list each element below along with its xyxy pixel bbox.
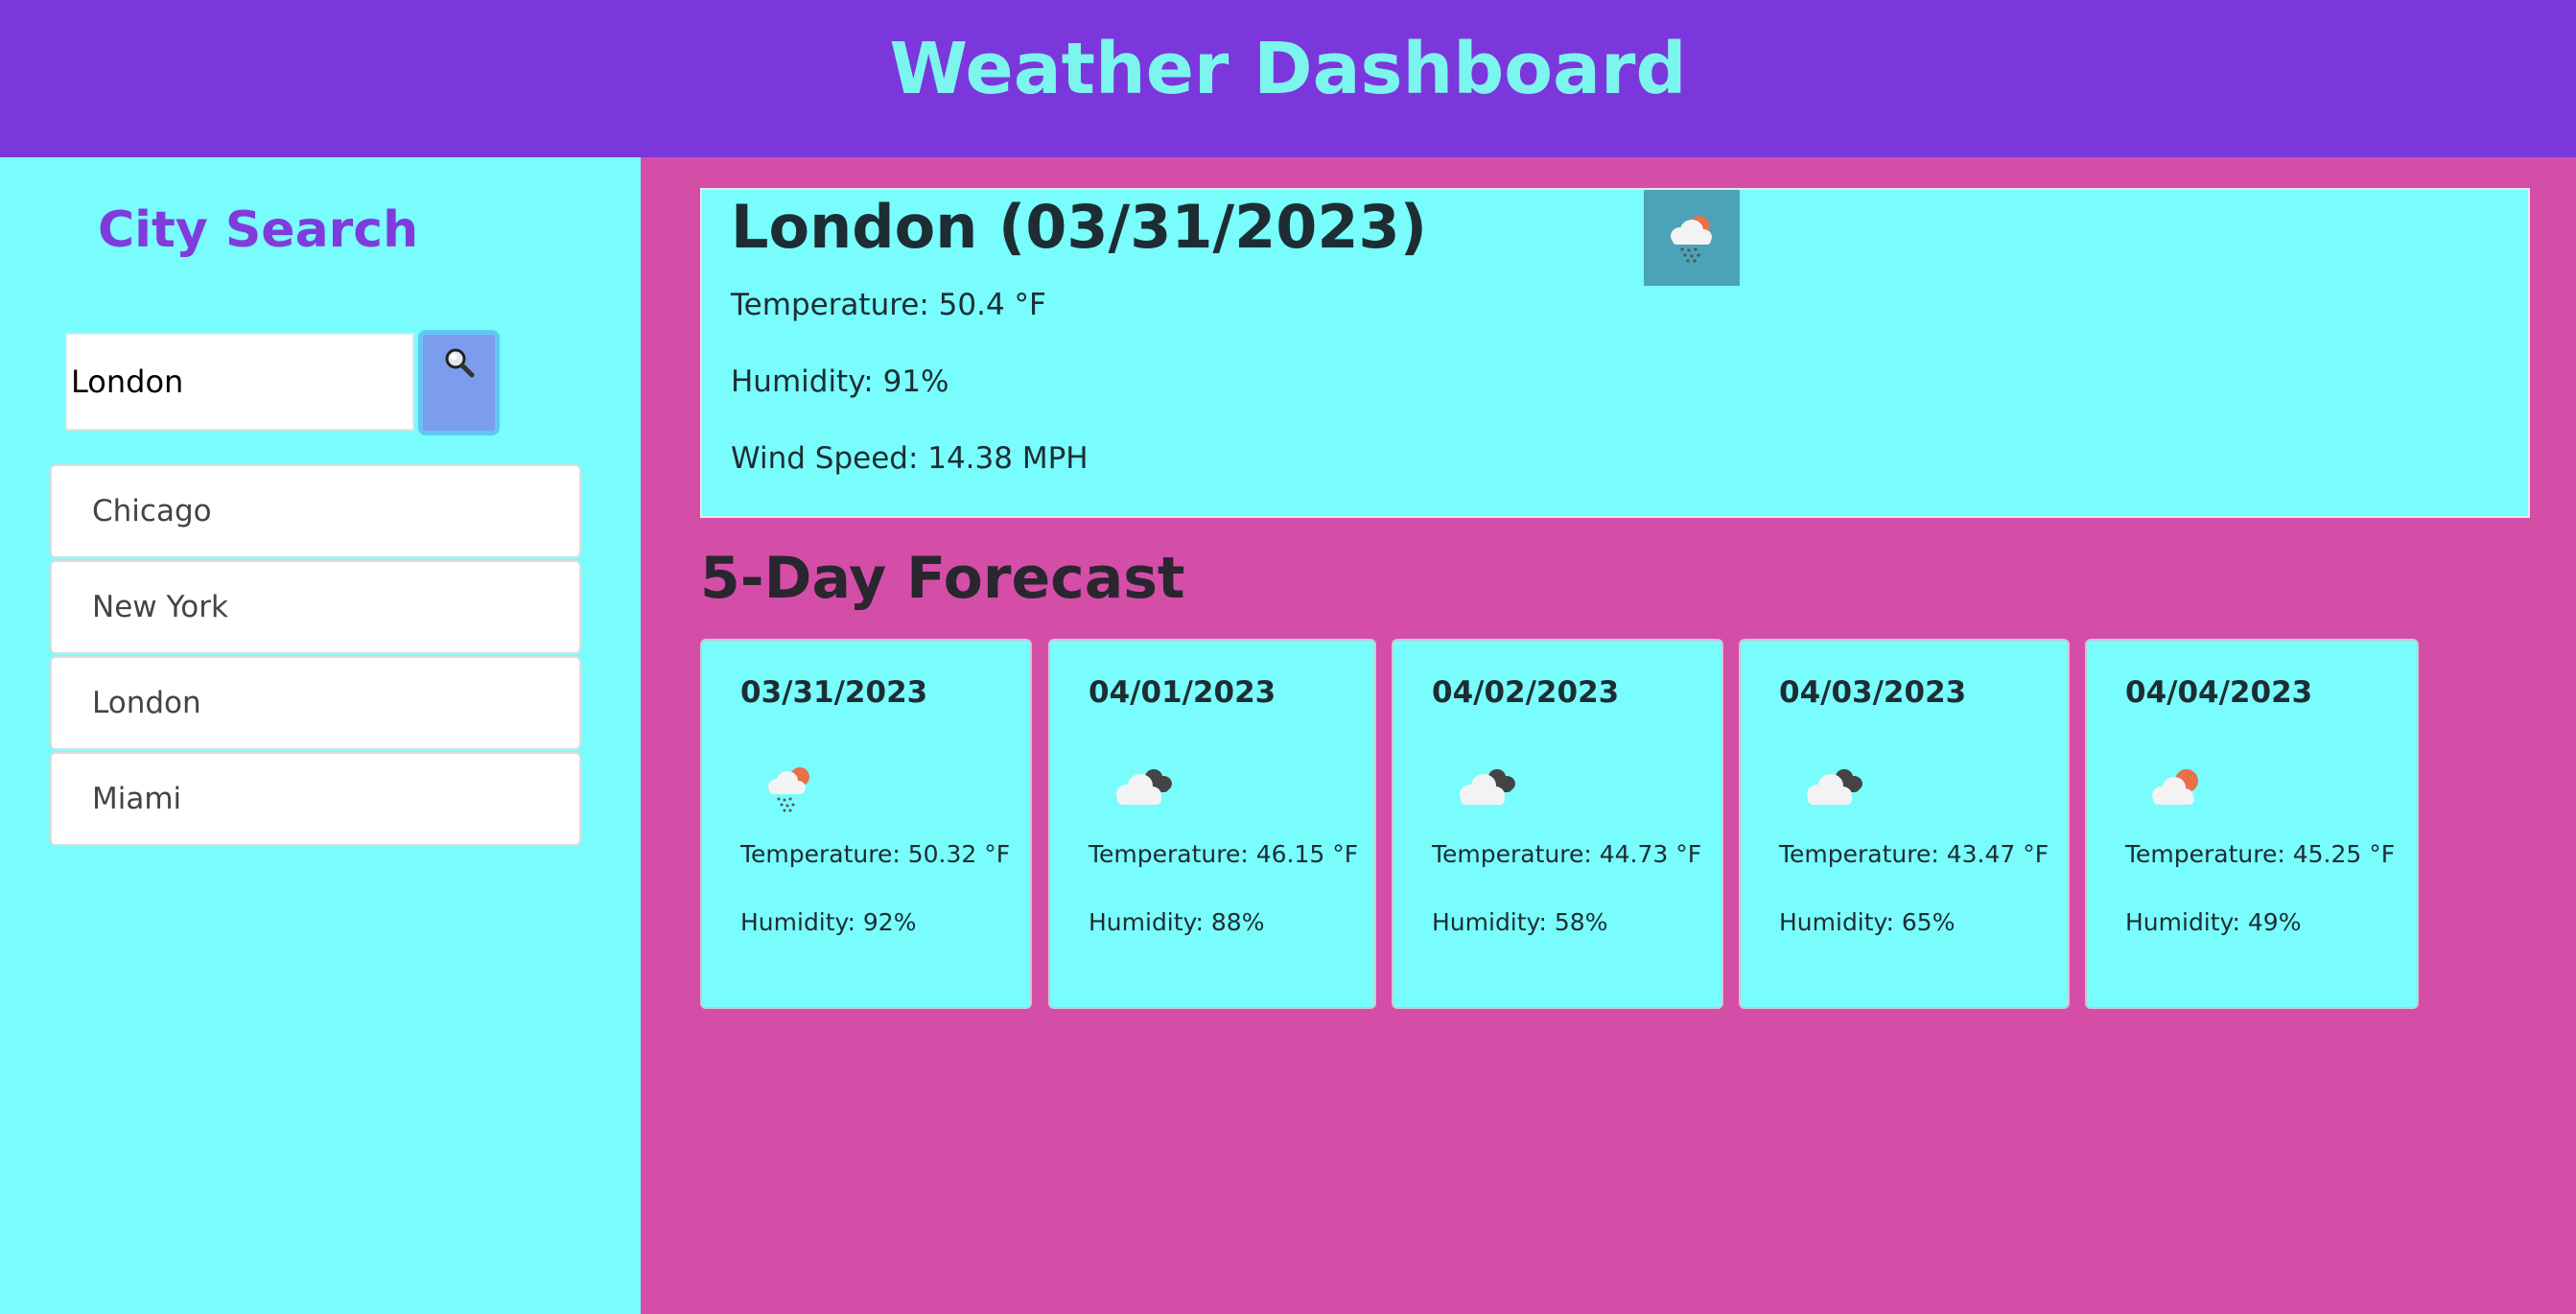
forecast-card: 04/02/2023 Temperature: 44.73 °F Humidit… [1392, 639, 1723, 1009]
broken-clouds-icon [1106, 760, 1183, 817]
broken-clouds-icon [1449, 760, 1526, 817]
history-item-chicago[interactable]: Chicago [50, 464, 581, 558]
forecast-humidity: Humidity: 88% [1089, 908, 1265, 936]
forecast-temperature: Temperature: 46.15 °F [1089, 840, 1359, 868]
history-item-new-york[interactable]: New York [50, 560, 581, 654]
forecast-card: 03/31/2023 Temperature: 50.32 °F Humidit… [700, 639, 1032, 1009]
history-item-miami[interactable]: Miami [50, 752, 581, 846]
history-item-london[interactable]: London [50, 656, 581, 750]
forecast-date: 04/04/2023 [2125, 675, 2313, 710]
app-header: Weather Dashboard [0, 0, 2576, 157]
city-search-input[interactable] [65, 333, 414, 431]
current-wind-speed: Wind Speed: 14.38 MPH [731, 441, 1089, 476]
forecast-title: 5-Day Forecast [700, 545, 1185, 612]
current-humidity: Humidity: 91% [731, 364, 949, 399]
forecast-temperature: Temperature: 45.25 °F [2125, 840, 2396, 868]
forecast-date: 03/31/2023 [740, 675, 928, 710]
forecast-humidity: Humidity: 58% [1432, 908, 1608, 936]
current-temperature: Temperature: 50.4 °F [731, 288, 1046, 322]
forecast-card: 04/01/2023 Temperature: 46.15 °F Humidit… [1048, 639, 1376, 1009]
forecast-date: 04/02/2023 [1432, 675, 1620, 710]
forecast-humidity: Humidity: 65% [1779, 908, 1955, 936]
sidebar: City Search Chicago New York London Miam… [0, 157, 641, 1314]
page-title: Weather Dashboard [889, 28, 1687, 110]
magnifying-glass-icon [443, 346, 476, 379]
search-button[interactable] [418, 330, 500, 435]
sidebar-title: City Search [98, 201, 419, 259]
forecast-date: 04/03/2023 [1779, 675, 1967, 710]
search-history-list: Chicago New York London Miami [50, 464, 581, 848]
rain-cloud-sun-icon [1644, 190, 1740, 286]
forecast-temperature: Temperature: 50.32 °F [740, 840, 1011, 868]
forecast-temperature: Temperature: 43.47 °F [1779, 840, 2049, 868]
few-clouds-sun-icon [2143, 760, 2219, 817]
current-city-title: London (03/31/2023) [731, 192, 1428, 262]
forecast-humidity: Humidity: 49% [2125, 908, 2302, 936]
forecast-card: 04/04/2023 Temperature: 45.25 °F Humidit… [2085, 639, 2419, 1009]
forecast-date: 04/01/2023 [1089, 675, 1276, 710]
forecast-temperature: Temperature: 44.73 °F [1432, 840, 1702, 868]
broken-clouds-icon [1796, 760, 1873, 817]
current-weather-card: London (03/31/2023) Temperature: 50.4 °F… [700, 188, 2530, 518]
forecast-card: 04/03/2023 Temperature: 43.47 °F Humidit… [1739, 639, 2070, 1009]
rain-cloud-sun-icon [758, 760, 834, 817]
forecast-humidity: Humidity: 92% [740, 908, 917, 936]
